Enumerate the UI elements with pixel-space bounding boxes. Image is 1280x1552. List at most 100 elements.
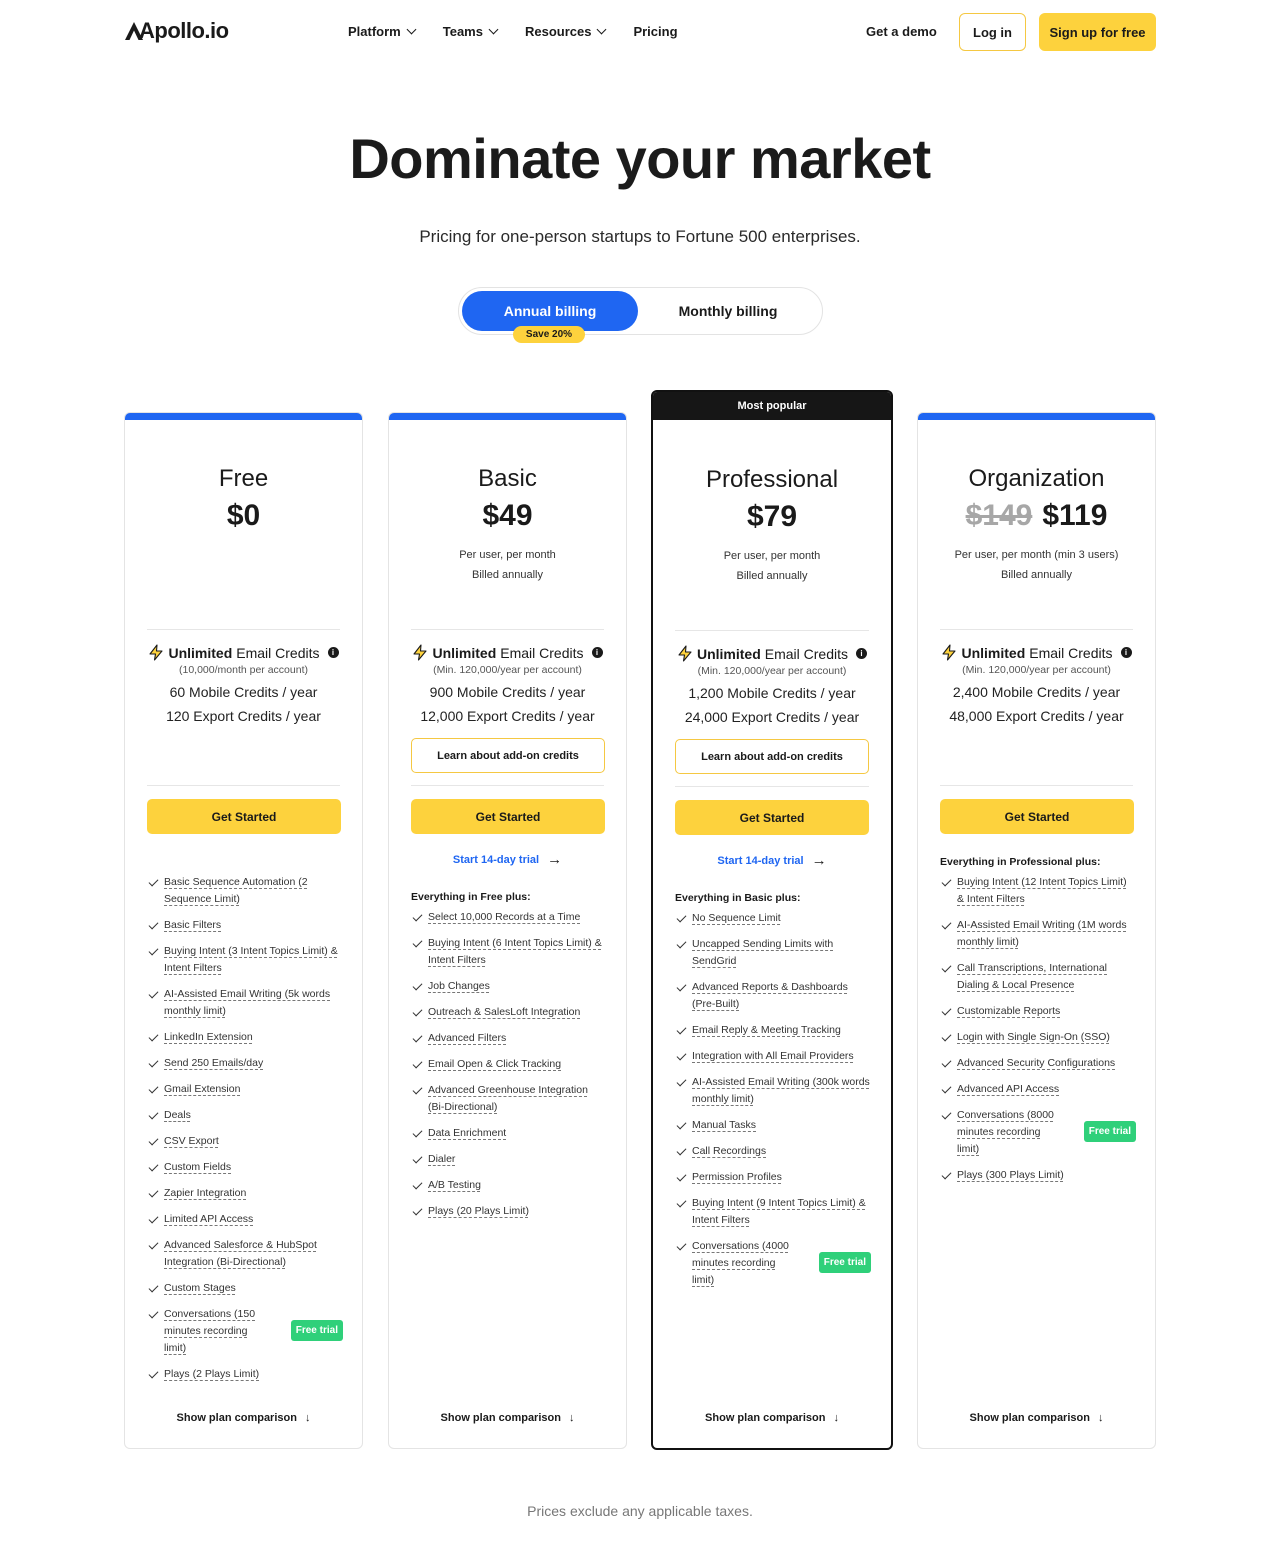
feature-item: Customizable Reports	[940, 1003, 1136, 1020]
get-started-button[interactable]: Get Started	[411, 799, 605, 834]
feature-label[interactable]: No Sequence Limit	[692, 910, 871, 927]
feature-label[interactable]: Outreach & SalesLoft Integration	[428, 1004, 607, 1021]
feature-label[interactable]: LinkedIn Extension	[164, 1029, 343, 1046]
arrow-down-icon: ↓	[304, 1412, 311, 1424]
chevron-down-icon	[597, 24, 607, 35]
signup-button[interactable]: Sign up for free	[1039, 13, 1156, 51]
show-plan-comparison[interactable]: Show plan comparison ↓	[125, 1412, 362, 1424]
get-started-button[interactable]: Get Started	[940, 799, 1134, 834]
save-badge: Save 20%	[513, 326, 585, 343]
feature-label[interactable]: Data Enrichment	[428, 1125, 607, 1142]
arrow-down-icon: ↓	[568, 1412, 575, 1424]
feature-label[interactable]: Call Recordings	[692, 1143, 871, 1160]
feature-item: Plays (2 Plays Limit)	[147, 1366, 343, 1383]
feature-label[interactable]: Integration with All Email Providers	[692, 1048, 871, 1065]
check-icon	[148, 1368, 159, 1379]
feature-label[interactable]: Limited API Access	[164, 1211, 343, 1228]
feature-label[interactable]: Plays (20 Plays Limit)	[428, 1203, 607, 1220]
feature-label[interactable]: Plays (2 Plays Limit)	[164, 1366, 343, 1383]
feature-item: Buying Intent (6 Intent Topics Limit) & …	[411, 935, 607, 969]
apollo-logo[interactable]: Apollo.io	[124, 18, 229, 44]
feature-label[interactable]: Email Open & Click Tracking	[428, 1056, 607, 1073]
feature-label[interactable]: Send 250 Emails/day	[164, 1055, 343, 1072]
feature-label[interactable]: Custom Fields	[164, 1159, 343, 1176]
get-started-button[interactable]: Get Started	[675, 800, 869, 835]
info-icon[interactable]: i	[1120, 647, 1132, 658]
feature-label[interactable]: AI-Assisted Email Writing (300k words mo…	[692, 1074, 871, 1108]
feature-label[interactable]: Call Transcriptions, International Diali…	[957, 960, 1136, 994]
monthly-billing-option[interactable]: Monthly billing	[649, 291, 807, 331]
feature-label[interactable]: Permission Profiles	[692, 1169, 871, 1186]
addon-credits-button[interactable]: Learn about add-on credits	[411, 738, 605, 773]
feature-label[interactable]: Buying Intent (6 Intent Topics Limit) & …	[428, 935, 607, 969]
feature-label[interactable]: Plays (300 Plays Limit)	[957, 1167, 1136, 1184]
feature-label[interactable]: Select 10,000 Records at a Time	[428, 909, 607, 926]
divider	[675, 630, 869, 631]
feature-label[interactable]: CSV Export	[164, 1133, 343, 1150]
feature-label[interactable]: Manual Tasks	[692, 1117, 871, 1134]
show-plan-comparison[interactable]: Show plan comparison ↓	[389, 1412, 626, 1424]
feature-label[interactable]: Basic Filters	[164, 917, 343, 934]
check-icon	[148, 1161, 159, 1172]
info-icon[interactable]: i	[856, 648, 868, 659]
arrow-down-icon: ↓	[833, 1412, 839, 1424]
feature-label[interactable]: Advanced Reports & Dashboards (Pre-Built…	[692, 979, 871, 1013]
show-plan-comparison-label: Show plan comparison	[969, 1412, 1090, 1424]
feature-label[interactable]: Buying Intent (3 Intent Topics Limit) & …	[164, 943, 343, 977]
feature-label[interactable]: Basic Sequence Automation (2 Sequence Li…	[164, 874, 343, 908]
show-plan-comparison[interactable]: Show plan comparison ↓	[918, 1412, 1155, 1424]
unlimited-label: Unlimited	[432, 644, 497, 661]
feature-label[interactable]: Advanced Salesforce & HubSpot Integratio…	[164, 1237, 343, 1271]
login-button[interactable]: Log in	[959, 13, 1026, 51]
feature-item: Advanced Reports & Dashboards (Pre-Built…	[675, 979, 871, 1013]
plan-name: Professional	[705, 466, 839, 493]
feature-label[interactable]: Conversations (8000 minutes recording li…	[957, 1107, 1065, 1158]
feature-label[interactable]: Conversations (4000 minutes recording li…	[692, 1238, 800, 1289]
nav-pricing[interactable]: Pricing	[633, 24, 677, 39]
check-icon	[676, 981, 687, 992]
feature-label[interactable]: Dialer	[428, 1151, 607, 1168]
feature-label[interactable]: AI-Assisted Email Writing (5k words mont…	[164, 986, 343, 1020]
unlimited-label: Unlimited	[961, 644, 1026, 661]
nav-teams-label: Teams	[442, 24, 483, 39]
annual-billing-option[interactable]: Annual billing	[462, 291, 638, 331]
info-icon[interactable]: i	[327, 647, 339, 658]
start-trial-link[interactable]: Start 14-day trial →	[389, 851, 626, 868]
check-icon	[412, 1205, 423, 1216]
nav-platform[interactable]: Platform	[348, 24, 417, 39]
feature-label[interactable]: Conversations (150 minutes recording lim…	[164, 1306, 272, 1357]
check-icon	[941, 919, 952, 930]
feature-label[interactable]: Customizable Reports	[957, 1003, 1136, 1020]
feature-label[interactable]: Advanced Security Configurations	[957, 1055, 1136, 1072]
feature-label[interactable]: Job Changes	[428, 978, 607, 995]
feature-label[interactable]: Advanced Filters	[428, 1030, 607, 1047]
feature-label[interactable]: AI-Assisted Email Writing (1M words mont…	[957, 917, 1136, 951]
feature-label[interactable]: Buying Intent (9 Intent Topics Limit) & …	[692, 1195, 871, 1229]
show-plan-comparison[interactable]: Show plan comparison ↓	[653, 1412, 891, 1424]
export-credits: 120 Export Credits / year	[166, 708, 321, 724]
price-note: Per user, per month	[723, 550, 821, 562]
info-icon[interactable]: i	[591, 647, 603, 658]
addon-credits-button[interactable]: Learn about add-on credits	[675, 739, 869, 774]
get-demo-link[interactable]: Get a demo	[866, 24, 937, 39]
check-icon	[412, 1153, 423, 1164]
feature-label[interactable]: Advanced Greenhouse Integration (Bi-Dire…	[428, 1082, 607, 1116]
feature-label[interactable]: Custom Stages	[164, 1280, 343, 1297]
feature-label[interactable]: Uncapped Sending Limits with SendGrid	[692, 936, 871, 970]
nav-resources[interactable]: Resources	[525, 24, 607, 39]
feature-label[interactable]: Buying Intent (12 Intent Topics Limit) &…	[957, 874, 1136, 908]
nav-teams[interactable]: Teams	[442, 24, 499, 39]
feature-label[interactable]: Login with Single Sign-On (SSO)	[957, 1029, 1136, 1046]
billing-note: Billed annually	[472, 569, 543, 581]
feature-label[interactable]: A/B Testing	[428, 1177, 607, 1194]
feature-label[interactable]: Gmail Extension	[164, 1081, 343, 1098]
feature-label[interactable]: Advanced API Access	[957, 1081, 1136, 1098]
email-credits-label: Email Credits	[500, 644, 584, 661]
free-trial-badge: Free trial	[818, 1252, 871, 1273]
start-trial-link[interactable]: Start 14-day trial →	[653, 852, 891, 869]
feature-label[interactable]: Zapier Integration	[164, 1185, 343, 1202]
check-icon	[148, 1308, 159, 1319]
get-started-button[interactable]: Get Started	[147, 799, 341, 834]
feature-label[interactable]: Deals	[164, 1107, 343, 1124]
feature-label[interactable]: Email Reply & Meeting Tracking	[692, 1022, 871, 1039]
